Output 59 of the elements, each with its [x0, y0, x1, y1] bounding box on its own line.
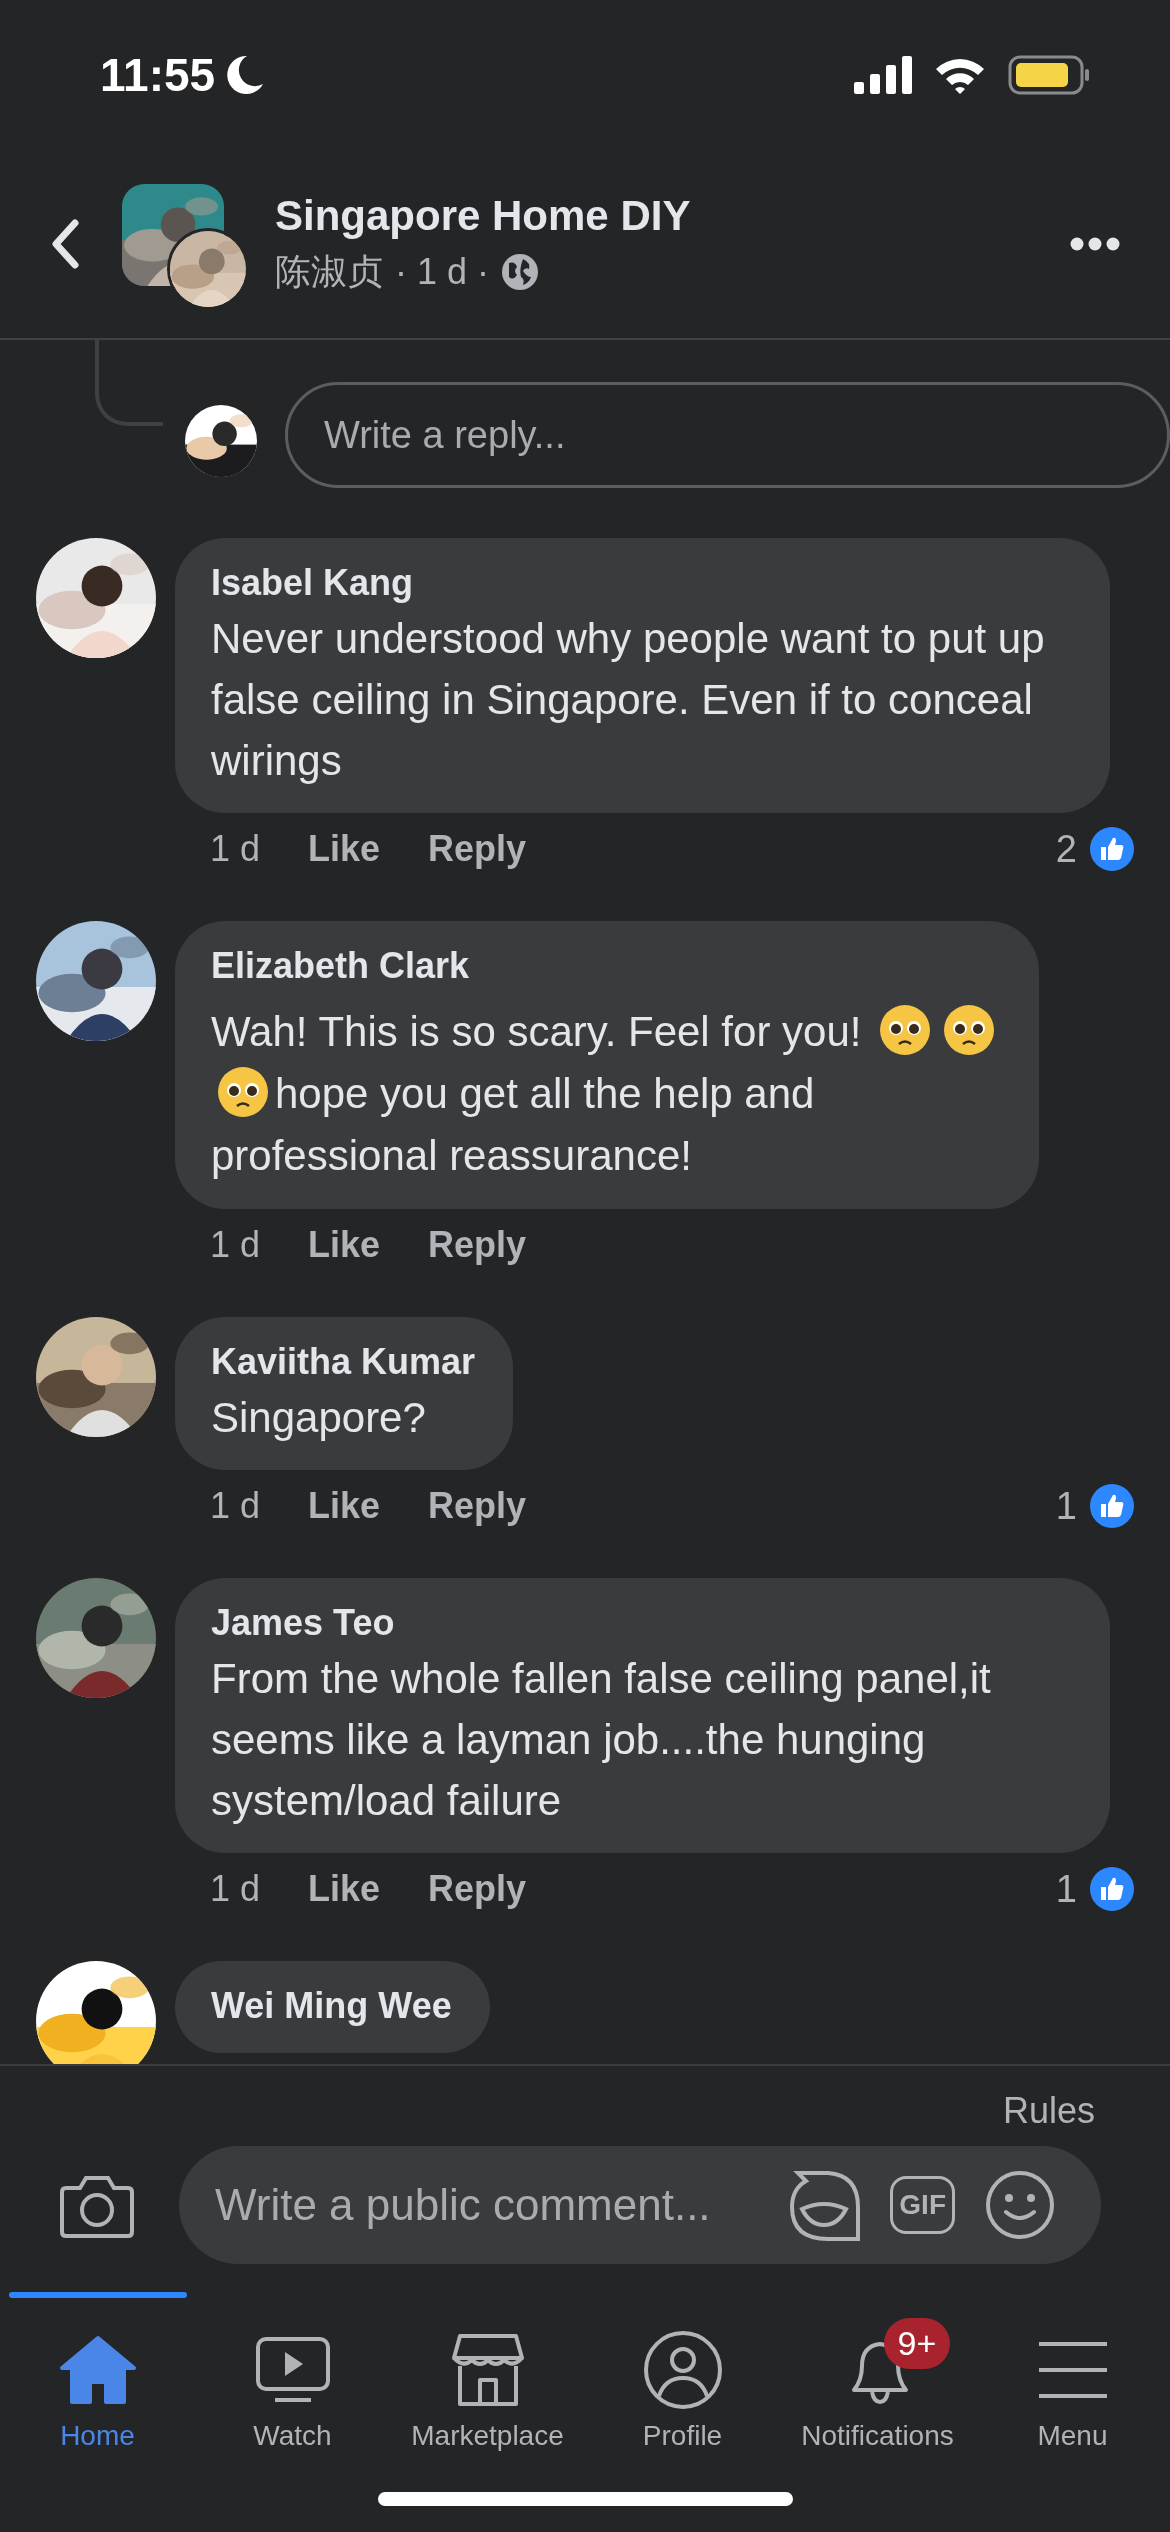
home-icon: [59, 2333, 136, 2406]
like-link[interactable]: Like: [308, 1224, 381, 1265]
smiley-icon[interactable]: [985, 2170, 1055, 2240]
commenter-name[interactable]: Wei Ming Wee: [211, 1985, 452, 2027]
commenter-name[interactable]: Kaviitha Kumar: [211, 1341, 476, 1383]
comment-time: 1 d: [210, 1485, 261, 1527]
comment-field[interactable]: Write a public comment...: [215, 2180, 759, 2230]
sticker-icon[interactable]: [788, 2169, 861, 2241]
reply-link[interactable]: Reply: [428, 1868, 527, 1909]
wifi-icon: [934, 56, 986, 94]
reply-link[interactable]: Reply: [428, 828, 527, 869]
clock-time: 11:55: [100, 48, 216, 102]
comment-text: Singapore?: [211, 1394, 426, 1441]
thumbs-up-icon[interactable]: [1089, 826, 1135, 872]
comment-text: Never understood why people want to put up false ceiling in Singapore. Even if to conceal wirings: [211, 615, 1045, 784]
comment-text: professional reassurance!: [211, 1132, 692, 1179]
comment-time: 1 d: [210, 1868, 261, 1910]
gif-button[interactable]: GIF: [890, 2176, 955, 2234]
tab[interactable]: Notifications: [801, 2420, 954, 2452]
reply-link[interactable]: Reply: [428, 1485, 527, 1526]
battery-icon: [1008, 55, 1090, 95]
like-count: 1: [1055, 1867, 1077, 1911]
commenter-name[interactable]: Elizabeth Clark: [211, 945, 1002, 987]
pleading-face-icon: [217, 1066, 269, 1118]
like-link[interactable]: Like: [308, 1868, 381, 1909]
comment-text: hope you get all the help and: [275, 1070, 815, 1117]
moon-icon: [225, 54, 266, 96]
more-icon[interactable]: [1070, 237, 1120, 251]
post-time: · 1 d ·: [395, 251, 490, 293]
reply-link[interactable]: Reply: [428, 1224, 527, 1265]
comment-time: 1 d: [210, 828, 261, 870]
globe-icon: [501, 253, 540, 291]
profile-icon: [642, 2329, 723, 2410]
rules-link[interactable]: Rules: [1002, 2090, 1095, 2132]
thumbs-up-icon[interactable]: [1089, 1483, 1135, 1529]
like-link[interactable]: Like: [308, 828, 381, 869]
pleading-face-icon: [879, 1004, 932, 1056]
commenter-name[interactable]: Isabel Kang: [211, 562, 1072, 604]
author-name[interactable]: 陈淑贞: [275, 247, 383, 297]
tab[interactable]: Menu: [1037, 2420, 1108, 2452]
reply-field[interactable]: Write a reply...: [285, 382, 1170, 488]
comment-text: Wah! This is so scary. Feel for you!: [211, 1008, 862, 1055]
pleading-face-icon: [943, 1004, 996, 1056]
notification-badge: 9+: [883, 2317, 951, 2369]
like-count: 2: [1055, 827, 1077, 871]
commenter-name[interactable]: James Teo: [211, 1602, 1072, 1644]
storefront-icon: [449, 2331, 526, 2408]
tab[interactable]: Watch: [253, 2420, 332, 2452]
back-icon[interactable]: [50, 219, 80, 269]
comment-time: 1 d: [210, 1224, 261, 1266]
tab[interactable]: Profile: [642, 2420, 723, 2452]
tab[interactable]: Marketplace: [411, 2420, 564, 2452]
signal-icon: [854, 56, 912, 94]
group-title[interactable]: Singapore Home DIY: [275, 191, 1070, 240]
like-link[interactable]: Like: [308, 1485, 381, 1526]
comment-text: From the whole fallen false ceiling panel,it seems like a layman job....the hunging system/load failure: [211, 1655, 991, 1824]
thumbs-up-icon[interactable]: [1089, 1866, 1135, 1912]
tab[interactable]: Home: [60, 2420, 135, 2452]
like-count: 1: [1055, 1484, 1077, 1528]
